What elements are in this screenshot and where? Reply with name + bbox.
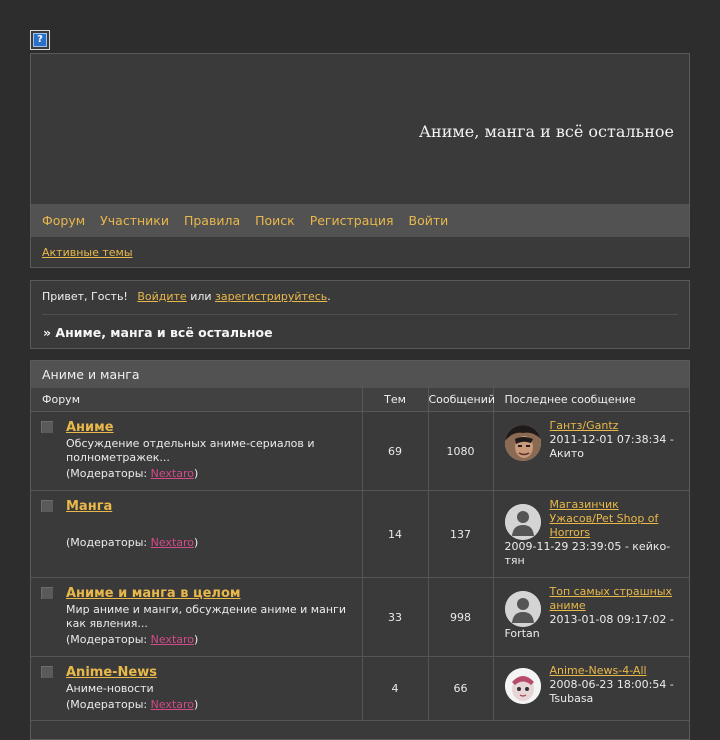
default-user-avatar[interactable] — [504, 504, 541, 540]
divider — [42, 314, 678, 315]
main-navbar: Форум Участники Правила Поиск Регистраци… — [31, 204, 689, 237]
nav-login[interactable]: Войти — [409, 213, 449, 228]
forum-cell: Аниме Обсуждение отдельных аниме-сериало… — [31, 411, 363, 491]
column-last-post: Последнее сообщение — [493, 388, 689, 412]
or-text: или — [190, 290, 212, 303]
forum-title-link[interactable]: Аниме и манга в целом — [66, 586, 354, 601]
welcome-line: Привет, Гость! Войдите или зарегистрируй… — [42, 290, 331, 303]
posts-count: 66 — [428, 656, 494, 721]
forum-description: Обсуждение отдельных аниме-сериалов и по… — [66, 437, 315, 464]
nav-members[interactable]: Участники — [100, 213, 169, 228]
help-icon[interactable]: ? — [30, 30, 50, 50]
dot-text: . — [327, 290, 331, 303]
column-forum: Форум — [31, 388, 363, 412]
forum-table: Форум Тем Сообщений Последнее сообщение … — [31, 388, 689, 721]
last-post-cell: Гантз/Gantz 2011-12-01 07:38:34 - Акито — [493, 411, 689, 491]
character-avatar[interactable] — [504, 668, 541, 704]
forum-status-icon — [41, 421, 53, 433]
column-topics: Тем — [362, 388, 429, 412]
topics-count: 33 — [362, 577, 429, 657]
character-avatar[interactable] — [504, 425, 541, 461]
forum-status-icon — [41, 666, 53, 678]
welcome-box: Привет, Гость! Войдите или зарегистрируй… — [30, 280, 690, 349]
site-title: Аниме, манга и всё остальное — [418, 122, 674, 141]
topics-count: 4 — [362, 656, 429, 721]
posts-count: 998 — [428, 577, 494, 657]
moderators: (Модераторы: Nextaro) — [66, 633, 199, 646]
category-box: Аниме и манга Форум Тем Сообщений Послед… — [30, 360, 690, 740]
question-icon: ? — [33, 33, 47, 47]
moderators: (Модераторы: Nextaro) — [66, 536, 199, 549]
nav-rules[interactable]: Правила — [184, 213, 240, 228]
site-header: Аниме, манга и всё остальное Форум Участ… — [30, 53, 690, 268]
active-topics-link[interactable]: Активные темы — [42, 246, 133, 259]
topics-count: 69 — [362, 411, 429, 491]
posts-count: 137 — [428, 490, 494, 578]
greeting-text: Привет, Гость! — [42, 290, 128, 303]
forum-title-link[interactable]: Аниме — [66, 420, 354, 435]
forum-description — [66, 516, 354, 534]
forum-description: Аниме-новости — [66, 682, 154, 695]
table-row: Anime-News Аниме-новости (Модераторы: Ne… — [31, 656, 689, 721]
forum-cell: Anime-News Аниме-новости (Модераторы: Ne… — [31, 656, 363, 721]
column-posts: Сообщений — [428, 388, 495, 412]
table-row: Манга (Модераторы: Nextaro) 14 137 Магаз… — [31, 490, 689, 578]
forum-status-icon — [41, 587, 53, 599]
moderators: (Модераторы: Nextaro) — [66, 698, 199, 711]
table-row: Аниме Обсуждение отдельных аниме-сериало… — [31, 411, 689, 491]
last-post-cell: Магазинчик Ужасов/Pet Shop of Horrors 20… — [493, 490, 689, 578]
default-user-avatar[interactable] — [504, 591, 541, 627]
subnav: Активные темы — [42, 246, 133, 259]
moderator-link[interactable]: Nextaro — [151, 467, 194, 480]
last-post-cell: Anime-News-4-All 2008-06-23 18:00:54 - T… — [493, 656, 689, 721]
moderator-link[interactable]: Nextaro — [151, 633, 194, 646]
forum-status-icon — [41, 500, 53, 512]
breadcrumb: » Аниме, манга и всё остальное — [43, 325, 273, 340]
moderator-link[interactable]: Nextaro — [151, 536, 194, 549]
nav-register[interactable]: Регистрация — [310, 213, 394, 228]
table-row: Аниме и манга в целом Мир аниме и манги,… — [31, 577, 689, 657]
nav-forum[interactable]: Форум — [42, 213, 85, 228]
forum-cell: Манга (Модераторы: Nextaro) — [31, 490, 363, 578]
last-post-cell: Топ самых страшных аниме 2013-01-08 09:1… — [493, 577, 689, 657]
forum-cell: Аниме и манга в целом Мир аниме и манги,… — [31, 577, 363, 657]
login-link[interactable]: Войдите — [137, 290, 186, 303]
posts-count: 1080 — [428, 411, 494, 491]
forum-description: Мир аниме и манги, обсуждение аниме и ма… — [66, 603, 346, 630]
category-title: Аниме и манга — [31, 361, 689, 388]
last-post-meta: 2009-11-29 23:39:05 - кейко-тян — [504, 540, 671, 567]
forum-title-link[interactable]: Anime-News — [66, 665, 354, 680]
forum-title-link[interactable]: Манга — [66, 499, 354, 514]
moderators: (Модераторы: Nextaro) — [66, 467, 199, 480]
nav-search[interactable]: Поиск — [255, 213, 295, 228]
topics-count: 14 — [362, 490, 429, 578]
register-link[interactable]: зарегистрируйтесь — [215, 290, 327, 303]
moderator-link[interactable]: Nextaro — [151, 698, 194, 711]
